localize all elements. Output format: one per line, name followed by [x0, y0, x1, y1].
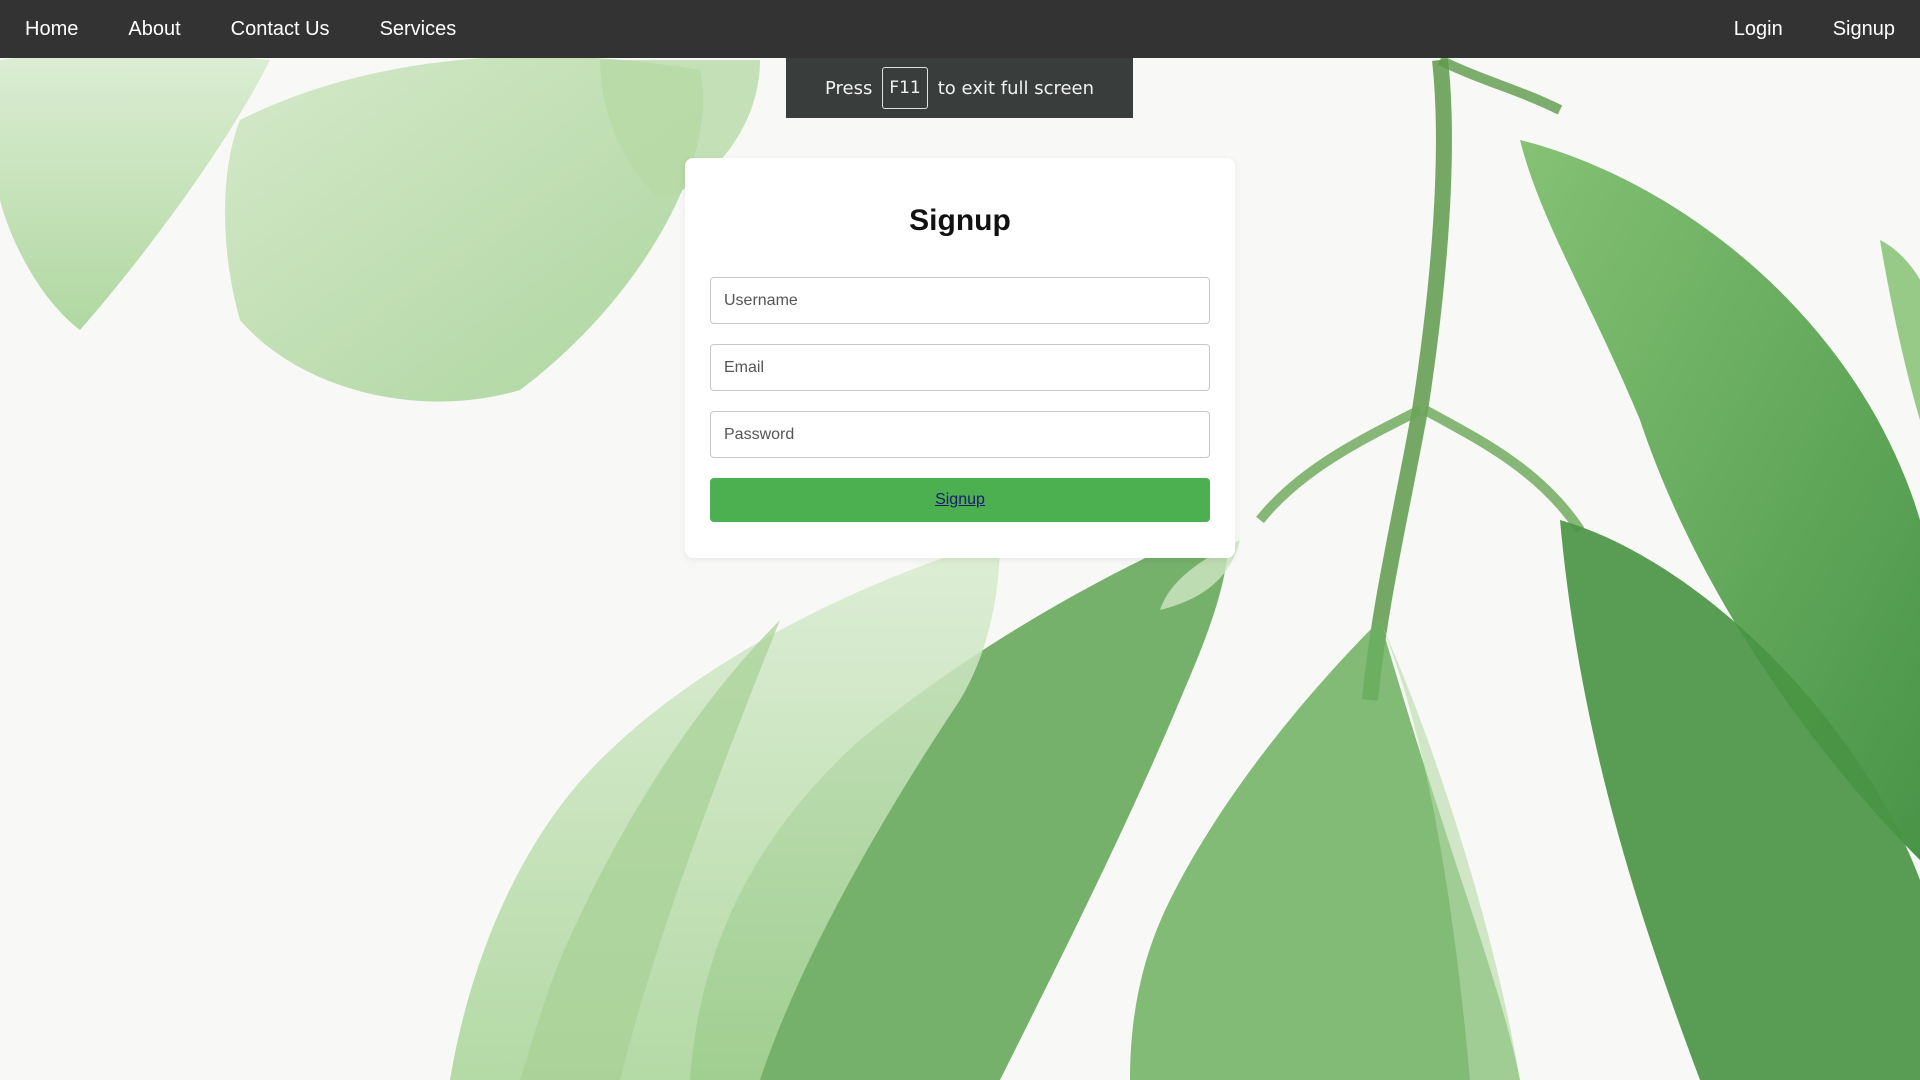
nav-right-group: Login Signup: [1709, 0, 1920, 58]
nav-signup-link[interactable]: Signup: [1808, 0, 1920, 58]
nav-left-group: Home About Contact Us Services: [0, 0, 481, 58]
nav-contact-us-link[interactable]: Contact Us: [206, 0, 355, 58]
fullscreen-exit-notice: Press F11 to exit full screen: [786, 58, 1133, 118]
fullscreen-notice-prefix: Press: [824, 77, 873, 99]
signup-title: Signup: [909, 204, 1011, 237]
nav-login-link[interactable]: Login: [1709, 0, 1808, 58]
top-navbar: Home About Contact Us Services Login Sig…: [0, 0, 1920, 58]
nav-home-link[interactable]: Home: [0, 0, 103, 58]
fullscreen-notice-suffix: to exit full screen: [937, 77, 1095, 99]
f11-key-badge: F11: [882, 67, 928, 109]
nav-services-link[interactable]: Services: [355, 0, 482, 58]
username-input[interactable]: [710, 277, 1210, 324]
email-input[interactable]: [710, 344, 1210, 391]
nav-about-link[interactable]: About: [103, 0, 205, 58]
signup-submit-button[interactable]: Signup: [710, 478, 1210, 522]
password-input[interactable]: [710, 411, 1210, 458]
signup-card: Signup Signup: [685, 158, 1235, 558]
